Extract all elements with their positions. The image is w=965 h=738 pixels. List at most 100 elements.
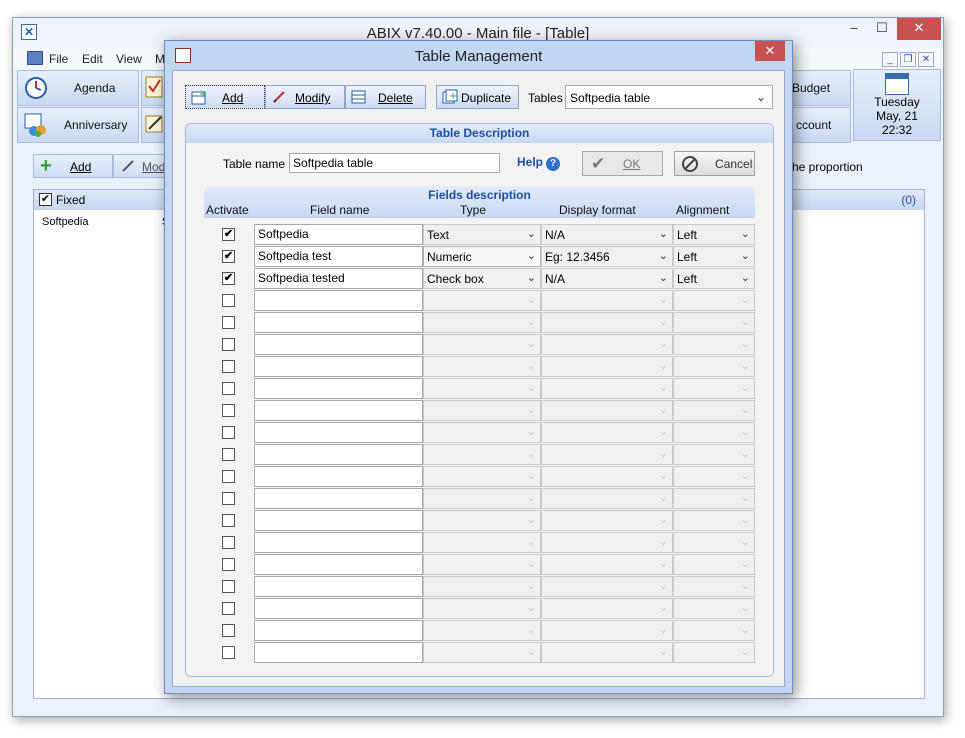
tile-budget[interactable]: Budget <box>789 70 851 106</box>
cancel-button[interactable]: Cancel <box>674 151 755 176</box>
modify-table-button[interactable]: Modify <box>265 85 345 109</box>
field-name-input[interactable] <box>254 422 423 443</box>
alignment-dropdown[interactable]: ⌄ <box>673 488 755 509</box>
mdi-minimize-button[interactable]: _ <box>882 52 898 67</box>
display-format-dropdown[interactable]: ⌄ <box>541 312 673 333</box>
type-dropdown[interactable]: ⌄ <box>423 510 541 531</box>
mdi-close-button[interactable]: ✕ <box>918 52 934 67</box>
alignment-dropdown[interactable]: ⌄ <box>673 466 755 487</box>
menu-file[interactable]: File <box>49 52 68 66</box>
type-dropdown[interactable]: ⌄ <box>423 378 541 399</box>
type-dropdown[interactable]: ⌄ <box>423 488 541 509</box>
field-name-input[interactable] <box>254 510 423 531</box>
field-name-input[interactable] <box>254 620 423 641</box>
alignment-dropdown[interactable]: ⌄ <box>673 444 755 465</box>
display-format-dropdown[interactable]: ⌄ <box>541 422 673 443</box>
tile-todo[interactable] <box>141 70 165 106</box>
type-dropdown[interactable]: ⌄ <box>423 620 541 641</box>
menu-edit[interactable]: Edit <box>82 52 103 66</box>
field-name-input[interactable] <box>254 334 423 355</box>
type-dropdown[interactable]: ⌄ <box>423 312 541 333</box>
field-name-input[interactable] <box>254 444 423 465</box>
field-name-input[interactable] <box>254 312 423 333</box>
tile-anniversary[interactable]: Anniversary <box>17 107 139 143</box>
field-name-input[interactable] <box>254 356 423 377</box>
activate-checkbox[interactable] <box>222 624 235 637</box>
alignment-dropdown[interactable]: ⌄ <box>673 532 755 553</box>
activate-checkbox[interactable] <box>222 448 235 461</box>
display-format-dropdown[interactable]: ⌄ <box>541 356 673 377</box>
menu-app-icon[interactable] <box>27 51 43 65</box>
minimize-button[interactable]: ‒ <box>841 18 867 40</box>
activate-checkbox[interactable] <box>222 514 235 527</box>
type-dropdown[interactable]: ⌄ <box>423 444 541 465</box>
fixed-checkbox[interactable]: ✔ <box>39 193 52 206</box>
type-dropdown[interactable]: Numeric ⌄ <box>423 246 541 267</box>
display-format-dropdown[interactable]: N/A ⌄ <box>541 268 673 289</box>
alignment-dropdown[interactable]: ⌄ <box>673 378 755 399</box>
display-format-dropdown[interactable]: ⌄ <box>541 620 673 641</box>
alignment-dropdown[interactable]: ⌄ <box>673 576 755 597</box>
alignment-dropdown[interactable]: Left ⌄ <box>673 268 755 289</box>
display-format-dropdown[interactable]: ⌄ <box>541 532 673 553</box>
activate-checkbox[interactable] <box>222 360 235 373</box>
alignment-dropdown[interactable]: ⌄ <box>673 554 755 575</box>
activate-checkbox[interactable] <box>222 316 235 329</box>
type-dropdown[interactable]: ⌄ <box>423 466 541 487</box>
tile-notes[interactable] <box>141 107 165 143</box>
type-dropdown[interactable]: ⌄ <box>423 598 541 619</box>
activate-checkbox[interactable] <box>222 470 235 483</box>
dialog-close-button[interactable]: ✕ <box>755 41 785 61</box>
add-button[interactable]: + Add <box>33 154 113 178</box>
activate-checkbox[interactable] <box>222 404 235 417</box>
table-name-input[interactable]: Softpedia table <box>289 153 500 173</box>
type-dropdown[interactable]: ⌄ <box>423 554 541 575</box>
activate-checkbox[interactable] <box>222 426 235 439</box>
type-dropdown[interactable]: ⌄ <box>423 576 541 597</box>
display-format-dropdown[interactable]: ⌄ <box>541 576 673 597</box>
alignment-dropdown[interactable]: ⌄ <box>673 510 755 531</box>
alignment-dropdown[interactable]: ⌄ <box>673 400 755 421</box>
display-format-dropdown[interactable]: ⌄ <box>541 510 673 531</box>
list-item[interactable]: Softpedia S <box>42 216 169 228</box>
type-dropdown[interactable]: ⌄ <box>423 356 541 377</box>
alignment-dropdown[interactable]: ⌄ <box>673 312 755 333</box>
help-link[interactable]: Help? <box>517 155 561 171</box>
field-name-input[interactable]: Softpedia tested <box>254 268 423 289</box>
activate-checkbox[interactable] <box>222 602 235 615</box>
type-dropdown[interactable]: ⌄ <box>423 334 541 355</box>
field-name-input[interactable] <box>254 532 423 553</box>
alignment-dropdown[interactable]: ⌄ <box>673 422 755 443</box>
activate-checkbox[interactable]: ✔ <box>222 250 235 263</box>
display-format-dropdown[interactable]: ⌄ <box>541 444 673 465</box>
activate-checkbox[interactable] <box>222 294 235 307</box>
display-format-dropdown[interactable]: ⌄ <box>541 400 673 421</box>
alignment-dropdown[interactable]: ⌄ <box>673 642 755 663</box>
tile-agenda[interactable]: Agenda <box>17 70 139 106</box>
type-dropdown[interactable]: ⌄ <box>423 532 541 553</box>
activate-checkbox[interactable]: ✔ <box>222 272 235 285</box>
activate-checkbox[interactable]: ✔ <box>222 228 235 241</box>
alignment-dropdown[interactable]: ⌄ <box>673 620 755 641</box>
alignment-dropdown[interactable]: Left ⌄ <box>673 246 755 267</box>
alignment-dropdown[interactable]: Left ⌄ <box>673 224 755 245</box>
alignment-dropdown[interactable]: ⌄ <box>673 290 755 311</box>
display-format-dropdown[interactable]: Eg: 12.3456 ⌄ <box>541 246 673 267</box>
display-format-dropdown[interactable]: ⌄ <box>541 642 673 663</box>
activate-checkbox[interactable] <box>222 580 235 593</box>
display-format-dropdown[interactable]: ⌄ <box>541 598 673 619</box>
menu-view[interactable]: View <box>116 52 142 66</box>
activate-checkbox[interactable] <box>222 558 235 571</box>
field-name-input[interactable] <box>254 642 423 663</box>
field-name-input[interactable] <box>254 466 423 487</box>
display-format-dropdown[interactable]: ⌄ <box>541 554 673 575</box>
alignment-dropdown[interactable]: ⌄ <box>673 598 755 619</box>
field-name-input[interactable] <box>254 598 423 619</box>
field-name-input[interactable] <box>254 290 423 311</box>
add-table-button[interactable]: + Add <box>185 85 265 109</box>
field-name-input[interactable] <box>254 488 423 509</box>
alignment-dropdown[interactable]: ⌄ <box>673 356 755 377</box>
display-format-dropdown[interactable]: ⌄ <box>541 334 673 355</box>
activate-checkbox[interactable] <box>222 382 235 395</box>
type-dropdown[interactable]: ⌄ <box>423 642 541 663</box>
